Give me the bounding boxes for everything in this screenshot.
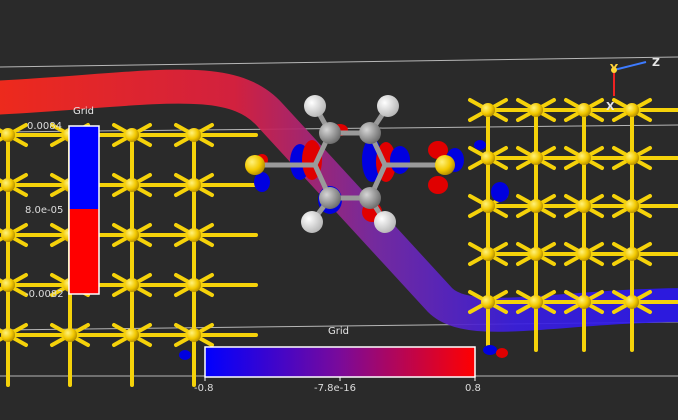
carbon-atom [359, 187, 381, 209]
gold-atom [1, 328, 15, 342]
gold-atom [481, 103, 495, 117]
horizontal-legend-mid-label: -7.8e-16 [314, 383, 356, 394]
carbon-atom [359, 122, 381, 144]
y-axis-label: Y [610, 62, 618, 75]
hydrogen-atom [304, 95, 326, 117]
horizontal-legend-right-label: 0.8 [465, 383, 481, 394]
gold-atom [577, 103, 591, 117]
gold-atom [577, 151, 591, 165]
gold-atom [625, 295, 639, 309]
gold-atom [481, 151, 495, 165]
vertical-legend-title: Grid [73, 106, 94, 117]
gold-atom [125, 328, 139, 342]
gold-atom [125, 228, 139, 242]
gold-atom [187, 328, 201, 342]
gold-atom [1, 278, 15, 292]
gold-atom [625, 103, 639, 117]
gold-atom [481, 199, 495, 213]
gold-atom [625, 151, 639, 165]
gold-atom [187, 228, 201, 242]
vertical-legend-top-label: 0.0084 [27, 121, 62, 132]
gold-atom [577, 295, 591, 309]
gold-atom [63, 328, 77, 342]
gold-atom [481, 295, 495, 309]
horizontal-colorbar [204, 346, 476, 378]
gold-atom [481, 247, 495, 261]
horizontal-legend-left-label: -0.8 [194, 383, 214, 394]
x-axis-label: X [606, 100, 615, 113]
hydrogen-atom [377, 95, 399, 117]
left-gold-electrode [0, 123, 258, 387]
gold-atom [1, 178, 15, 192]
carbon-atom [319, 122, 341, 144]
gold-atom [1, 128, 15, 142]
vertical-colorbar [68, 125, 100, 295]
horizontal-legend-title: Grid [328, 326, 349, 337]
gold-atom [625, 199, 639, 213]
vertical-legend-mid-label: 8.0e-05 [25, 205, 64, 216]
gold-atom [187, 128, 201, 142]
sulfur-atom [245, 155, 265, 175]
hydrogen-atom [301, 211, 323, 233]
gold-atom [577, 247, 591, 261]
gold-atom [529, 295, 543, 309]
3d-viewport[interactable]: Z Y X Grid 0.0084 8.0e-05 -0.0082 Grid -… [0, 0, 678, 420]
hydrogen-atom [374, 211, 396, 233]
molecular-scene[interactable] [0, 0, 678, 420]
gold-atom [625, 247, 639, 261]
z-axis-label: Z [652, 56, 660, 69]
gold-atom [529, 199, 543, 213]
gold-atom [187, 178, 201, 192]
gold-atom [125, 128, 139, 142]
carbon-atom [319, 187, 341, 209]
gold-atom [577, 199, 591, 213]
gold-atom [529, 151, 543, 165]
gold-atom [529, 247, 543, 261]
gold-atom [187, 278, 201, 292]
gold-atom [529, 103, 543, 117]
sulfur-atom [435, 155, 455, 175]
gold-atom [125, 178, 139, 192]
gold-atom [1, 228, 15, 242]
vertical-legend-bottom-label: -0.0082 [25, 289, 64, 300]
gold-atom [125, 278, 139, 292]
